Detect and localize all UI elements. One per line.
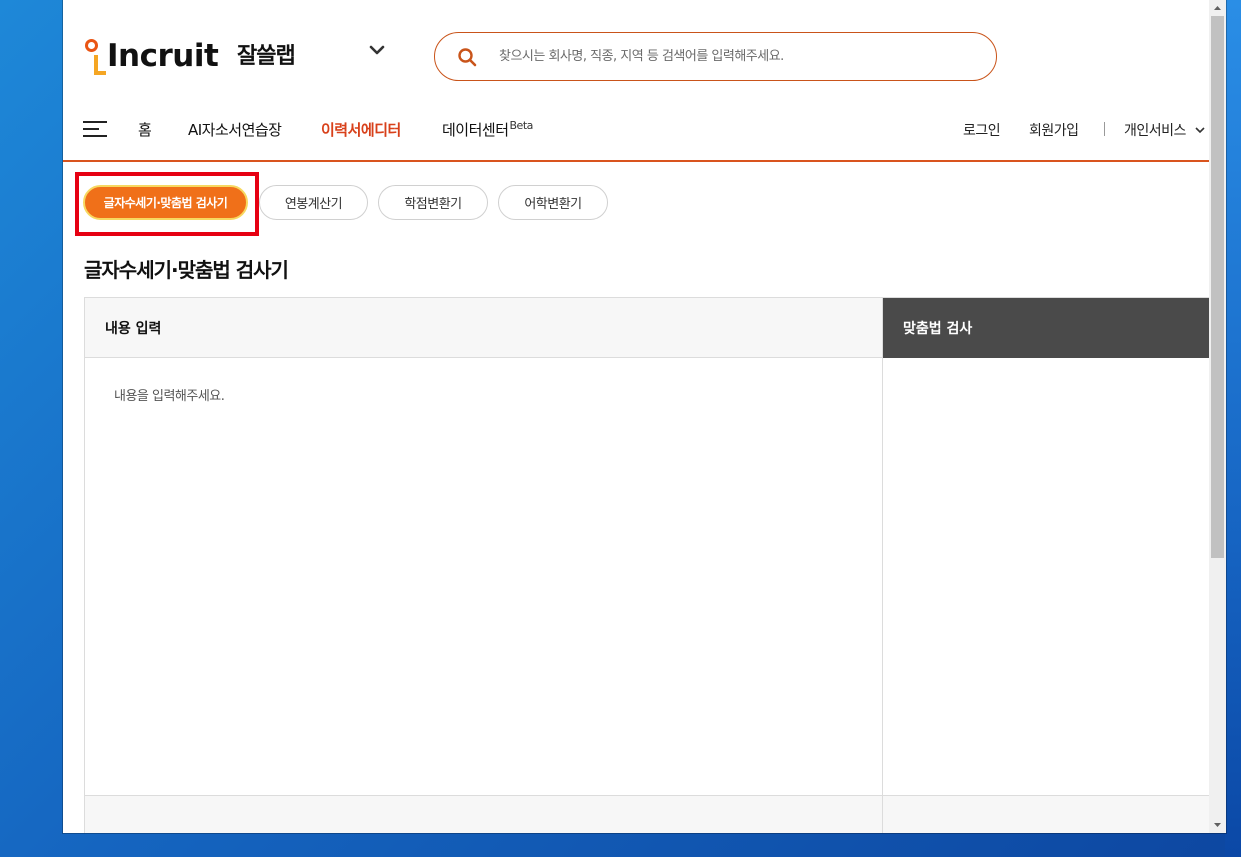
login-link[interactable]: 로그인 — [963, 120, 1001, 140]
content-input-panel: 내용 입력 — [84, 297, 883, 833]
content-textarea[interactable] — [85, 359, 882, 795]
page-content: Incruit 잘쓸랩 홈 AI자소서연습장 이력서에디터 데이터센터Beta — [63, 0, 1209, 833]
spell-check-header: 맞춤법 검사 — [883, 298, 1209, 358]
content-input-header: 내용 입력 — [85, 298, 882, 358]
logo-mark-icon — [83, 35, 106, 77]
search-bar — [434, 32, 997, 81]
search-input[interactable] — [499, 49, 959, 64]
content-input-footer — [85, 795, 882, 833]
scroll-thumb[interactable] — [1211, 16, 1224, 558]
nav-underline — [63, 160, 1209, 162]
scroll-up-icon[interactable] — [1209, 0, 1226, 16]
beta-badge: Beta — [509, 119, 534, 132]
personal-service-menu[interactable]: 개인서비스 — [1124, 120, 1206, 140]
tab-gpa-converter[interactable]: 학점변환기 — [378, 185, 488, 220]
nav-divider — [1104, 122, 1105, 136]
logo-text: Incruit — [107, 38, 219, 74]
nav-item-home[interactable]: 홈 — [138, 119, 152, 140]
tab-language-converter[interactable]: 어학변환기 — [498, 185, 608, 220]
spell-check-footer — [883, 795, 1209, 833]
page-title: 글자수세기·맞춤법 검사기 — [84, 258, 289, 282]
desktop-background — [1225, 0, 1241, 857]
menu-icon[interactable] — [83, 119, 109, 139]
main-nav: 홈 AI자소서연습장 이력서에디터 데이터센터Beta 로그인 회원가입 개인서… — [63, 104, 1209, 160]
personal-service-label: 개인서비스 — [1124, 123, 1186, 139]
nav-item-data-center[interactable]: 데이터센터Beta — [442, 119, 533, 140]
search-icon[interactable] — [457, 47, 477, 67]
service-name[interactable]: 잘쓸랩 — [237, 38, 296, 70]
nav-item-ai-cover-letter[interactable]: AI자소서연습장 — [188, 119, 282, 140]
scroll-down-icon[interactable] — [1209, 817, 1226, 833]
browser-window: Incruit 잘쓸랩 홈 AI자소서연습장 이력서에디터 데이터센터Beta — [63, 0, 1226, 833]
tab-spell-checker[interactable]: 글자수세기·맞춤법 검사기 — [83, 185, 248, 220]
spell-check-panel: 맞춤법 검사 — [882, 297, 1209, 833]
incruit-logo[interactable]: Incruit — [83, 34, 219, 78]
nav-item-data-center-label: 데이터센터 — [442, 121, 509, 139]
chevron-down-icon — [1195, 127, 1205, 134]
signup-link[interactable]: 회원가입 — [1029, 120, 1079, 140]
tab-salary-calculator[interactable]: 연봉계산기 — [259, 185, 368, 220]
vertical-scrollbar[interactable] — [1209, 0, 1226, 833]
chevron-down-icon[interactable] — [368, 44, 386, 58]
nav-item-resume-editor[interactable]: 이력서에디터 — [321, 119, 401, 140]
